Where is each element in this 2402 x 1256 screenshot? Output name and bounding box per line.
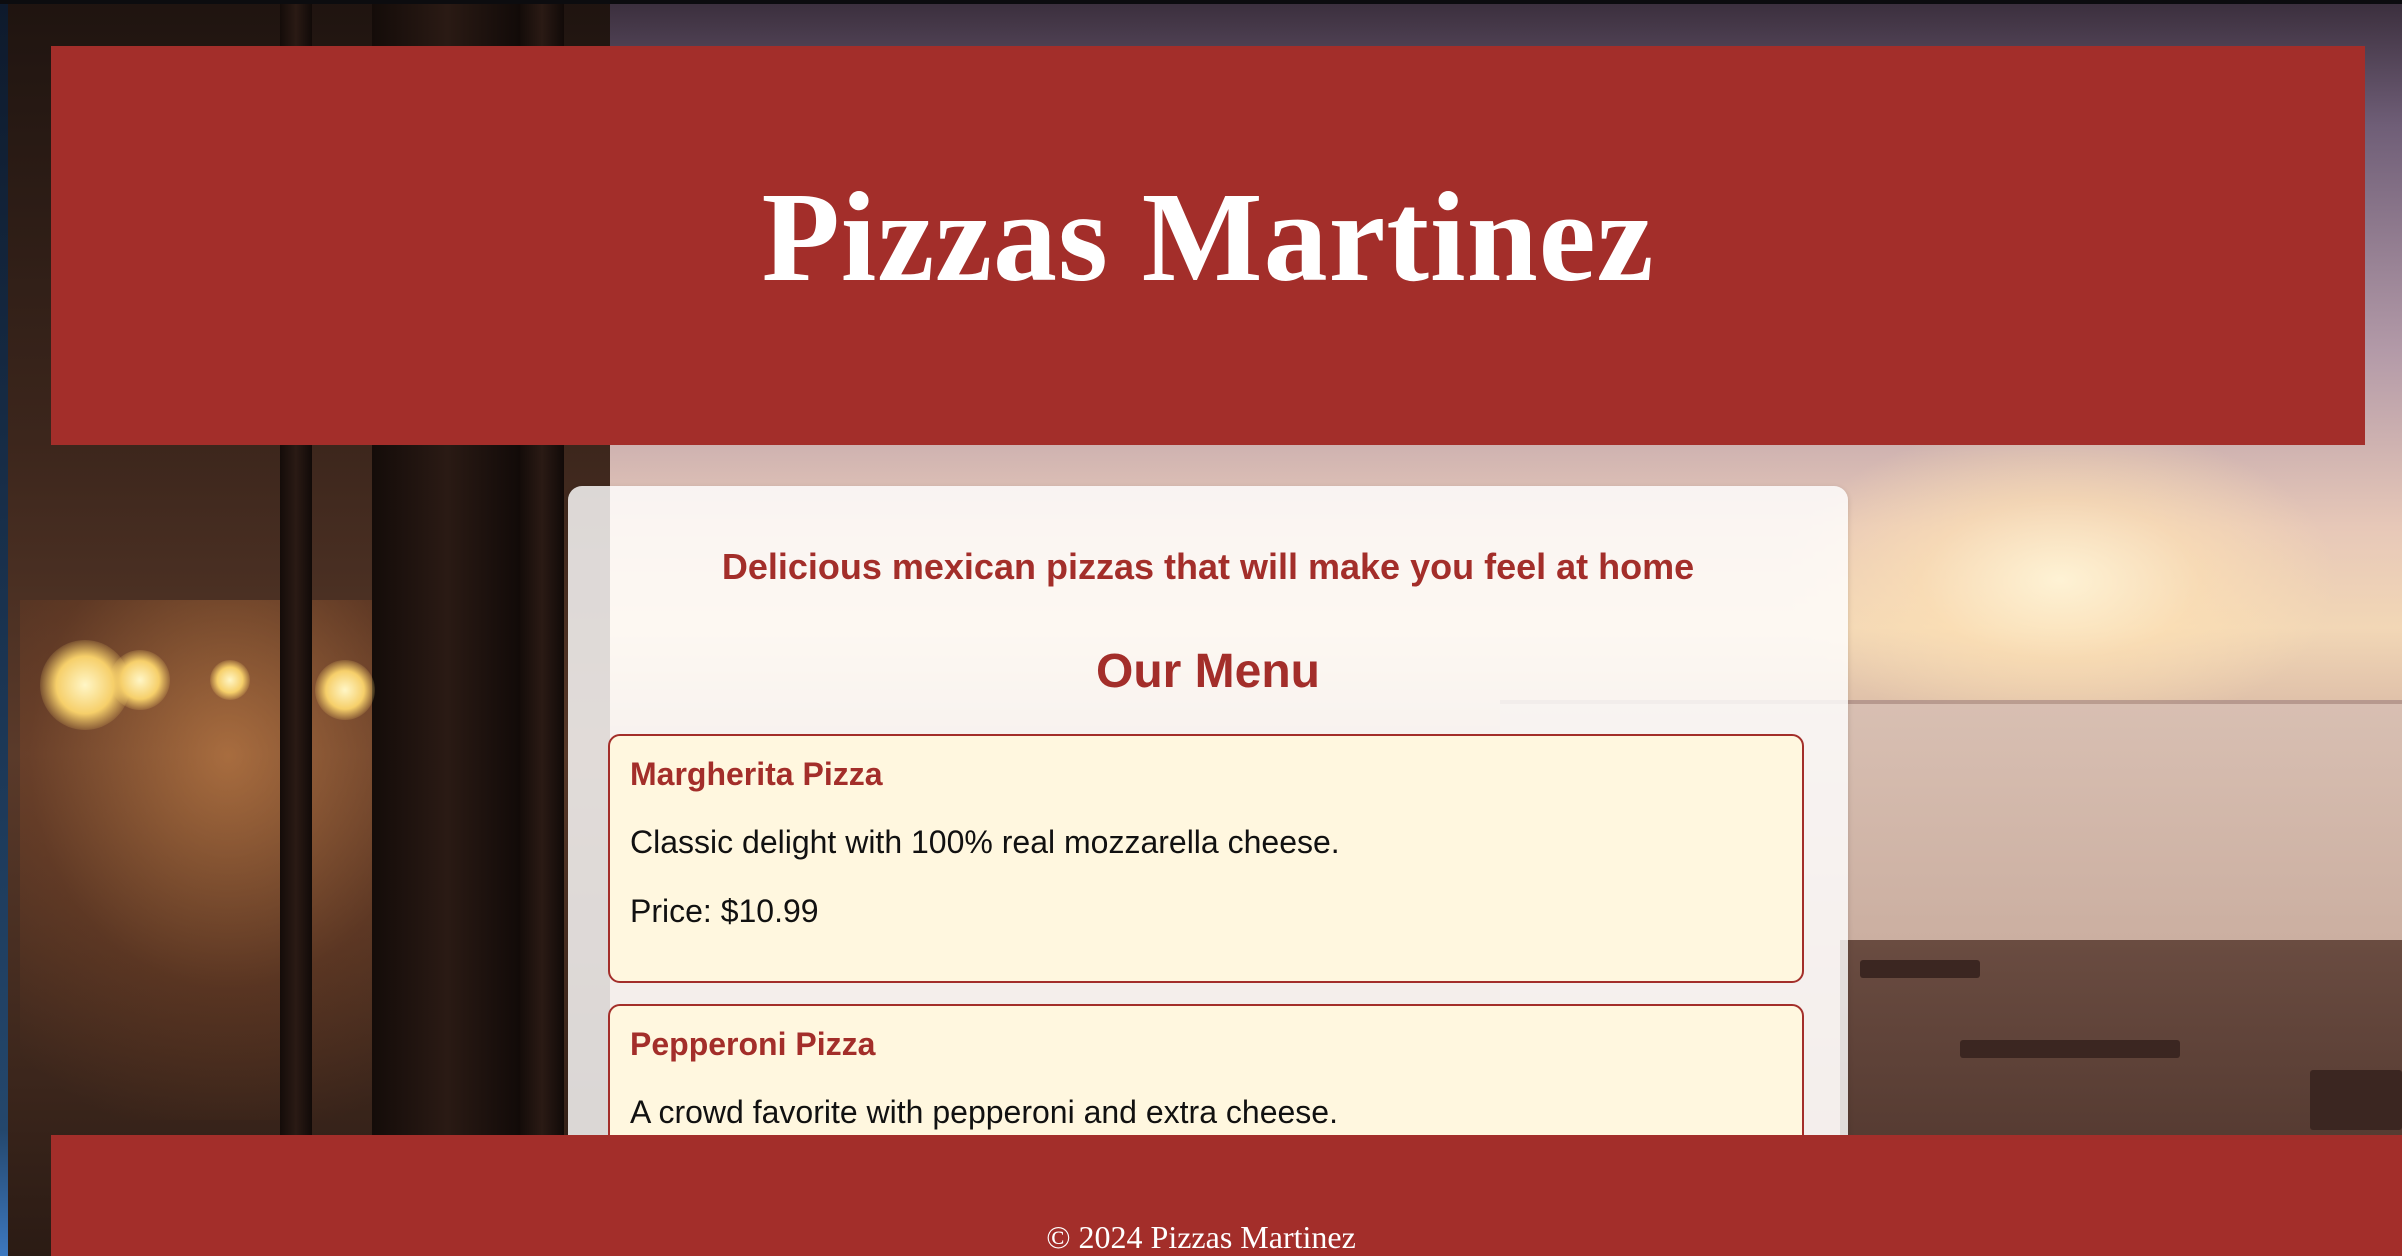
- window-top-edge: [0, 0, 2402, 4]
- site-footer: © 2024 Pizzas Martinez: [51, 1135, 2402, 1256]
- tagline: Delicious mexican pizzas that will make …: [721, 546, 1695, 587]
- menu-item-description: A crowd favorite with pepperoni and extr…: [630, 1094, 1338, 1130]
- site-title: Pizzas Martinez: [761, 166, 1655, 308]
- window-edge: [0, 0, 8, 1256]
- terrace-table: [1960, 1040, 2180, 1058]
- menu-item-margherita: Margherita Pizza Classic delight with 10…: [608, 734, 1804, 983]
- lamp: [110, 650, 170, 710]
- menu-item-name: Margherita Pizza: [630, 756, 883, 792]
- menu-item-price: Price: $10.99: [630, 893, 819, 929]
- sun-glow: [1780, 420, 2340, 740]
- lamp: [315, 660, 375, 720]
- menu-item-name: Pepperoni Pizza: [630, 1026, 876, 1062]
- lamp: [210, 660, 250, 700]
- menu-item-description: Classic delight with 100% real mozzarell…: [630, 824, 1340, 860]
- terrace-table: [2310, 1070, 2402, 1130]
- site-header: Pizzas Martinez: [51, 46, 2365, 445]
- menu-heading: Our Menu: [1096, 645, 1320, 698]
- footer-copyright: © 2024 Pizzas Martinez: [1046, 1219, 1356, 1255]
- terrace-table: [1860, 960, 1980, 978]
